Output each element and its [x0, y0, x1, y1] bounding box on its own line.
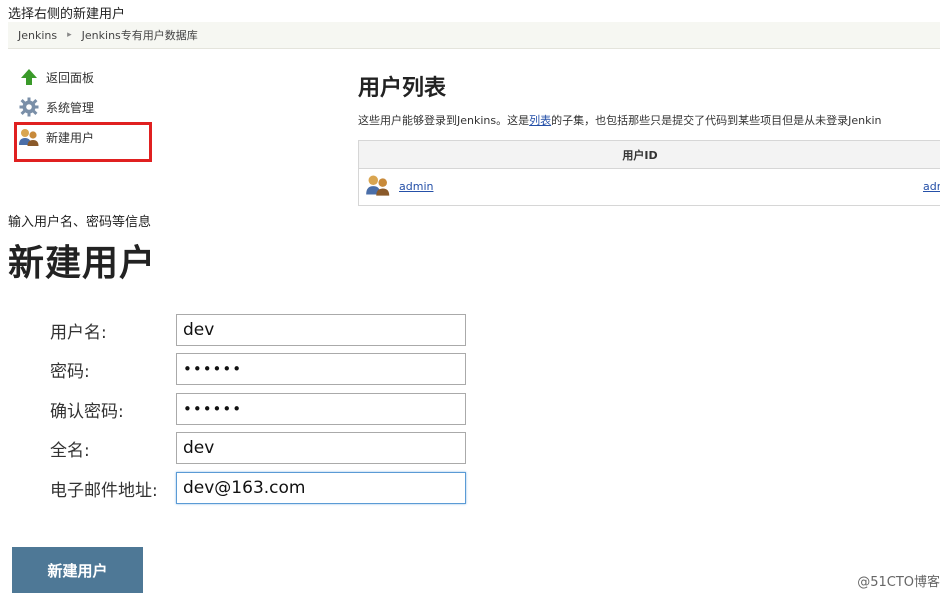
list-link[interactable]: 列表 [529, 114, 551, 127]
confirm-password-row: 确认密码: [50, 393, 466, 425]
email-input[interactable] [176, 472, 466, 504]
username-label: 用户名: [50, 322, 107, 343]
table-row: admin adr [359, 169, 940, 203]
page-description: 这些用户能够登录到Jenkins。这是列表的子集，也包括那些只是提交了代码到某些… [358, 112, 882, 128]
confirm-password-input[interactable] [176, 393, 466, 425]
page-title: 用户列表 [358, 76, 447, 101]
step2-caption: 输入用户名、密码等信息 [8, 215, 152, 230]
fullname-row: 全名: [50, 432, 466, 464]
jenkins-user-list-screenshot: Jenkins ▸ Jenkins专有用户数据库 返回面板 系统管理 新建用户 … [8, 22, 940, 208]
create-user-button[interactable]: 新建用户 [12, 547, 143, 593]
breadcrumb-user-database[interactable]: Jenkins专有用户数据库 [72, 27, 208, 43]
email-row: 电子邮件地址: [50, 472, 466, 504]
gear-icon [18, 96, 40, 118]
confirm-password-label: 确认密码: [50, 401, 124, 422]
username-input[interactable] [176, 314, 466, 346]
breadcrumb: Jenkins ▸ Jenkins专有用户数据库 [8, 22, 940, 49]
task-label: 返回面板 [46, 70, 95, 85]
username-row: 用户名: [50, 314, 466, 346]
password-row: 密码: [50, 353, 466, 385]
user-name-link[interactable]: adr [923, 180, 940, 193]
user-avatar-icon [365, 173, 391, 200]
task-label: 系统管理 [46, 100, 95, 115]
password-label: 密码: [50, 361, 90, 382]
users-table: 用户ID admin adr [358, 140, 940, 206]
user-id-link[interactable]: admin [399, 180, 433, 193]
highlight-box [14, 122, 152, 162]
description-text: 这些用户能够登录到Jenkins。这是 [358, 114, 530, 127]
description-text: 的子集，也包括那些只是提交了代码到某些项目但是从未登录Jenkin [551, 114, 882, 127]
fullname-label: 全名: [50, 440, 90, 461]
email-label: 电子邮件地址: [50, 480, 158, 501]
task-back-to-dashboard[interactable]: 返回面板 [18, 62, 94, 92]
password-input[interactable] [176, 353, 466, 385]
task-manage-jenkins[interactable]: 系统管理 [18, 92, 94, 122]
up-arrow-icon [18, 66, 40, 88]
step1-caption: 选择右侧的新建用户 [8, 7, 126, 22]
form-title: 新建用户 [8, 243, 157, 284]
fullname-input[interactable] [176, 432, 466, 464]
table-header-user-id[interactable]: 用户ID [359, 141, 940, 169]
watermark: @51CTO博客 [857, 575, 940, 590]
breadcrumb-jenkins[interactable]: Jenkins [8, 29, 67, 42]
